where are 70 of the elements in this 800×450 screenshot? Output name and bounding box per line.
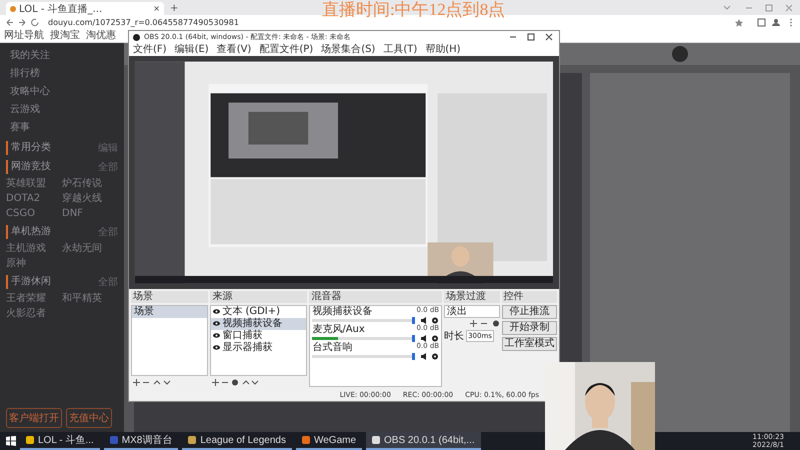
channel-name: 麦克风/Aux [312, 324, 365, 335]
sidebar-item[interactable]: 排行榜 [6, 65, 118, 82]
browser-tab[interactable]: LOL - 斗鱼直播_... × [6, 2, 164, 15]
eye-icon[interactable] [213, 333, 220, 338]
channel-name: 视频捕获设备 [312, 306, 372, 317]
eye-icon[interactable] [213, 309, 220, 314]
speaker-gear-icon[interactable] [421, 335, 440, 342]
category-link[interactable]: 原神 [6, 257, 62, 270]
dock-title: 场景 [131, 291, 208, 303]
speaker-gear-icon[interactable] [421, 317, 440, 324]
close-tab-button[interactable]: × [153, 4, 160, 13]
menu-item[interactable]: 帮助(H) [425, 43, 461, 56]
dock-title: 控件 [502, 291, 558, 303]
source-item[interactable]: 文本 (GDI+) [211, 306, 306, 318]
menu-item[interactable]: 查看(V) [216, 43, 252, 56]
menu-item[interactable]: 工具(T) [383, 43, 418, 56]
section-title: 常用分类 [6, 141, 51, 155]
avatar-icon[interactable] [672, 46, 688, 62]
control-button[interactable]: 停止推流 [502, 305, 558, 319]
source-item[interactable]: 显示器捕获 [211, 342, 306, 354]
bookmark-link[interactable]: 淘优惠 [86, 30, 116, 42]
channel-name: 台式音响 [312, 342, 352, 353]
source-item[interactable]: 窗口捕获 [211, 330, 306, 342]
taskbar-button[interactable]: League of Legends [182, 432, 292, 450]
bookmark-link[interactable]: 网址导航 [4, 30, 44, 42]
taskbar-button[interactable]: OBS 20.0.1 (64bit,... [366, 432, 481, 450]
volume-slider[interactable] [412, 353, 416, 360]
window-controls-icon[interactable] [509, 33, 553, 41]
sidebar-item[interactable]: 云游戏 [6, 101, 118, 118]
taskbar-button[interactable]: WeGame [296, 432, 362, 450]
navigation-icon[interactable] [6, 18, 40, 26]
volume-slider[interactable] [412, 317, 416, 324]
taskbar-button[interactable]: LOL - 斗鱼... [20, 432, 100, 450]
category-link[interactable]: 火影忍者 [6, 307, 62, 320]
scene-item[interactable]: 场景 [132, 306, 208, 318]
sidebar-item[interactable]: 赛事 [6, 119, 118, 136]
obs-logo-icon [133, 34, 140, 40]
toolbar-icon[interactable] [734, 18, 794, 26]
sidebar-button[interactable]: 客户端打开 [6, 408, 62, 428]
sidebar-item[interactable]: 攻略中心 [6, 83, 118, 100]
speaker-gear-icon[interactable] [421, 353, 440, 360]
control-button[interactable]: 开始录制 [502, 321, 558, 335]
site-icon [10, 6, 16, 12]
source-item[interactable]: 视频捕获设备 [211, 318, 306, 330]
section-title: 单机热游 [6, 225, 51, 239]
menu-item[interactable]: 编辑(E) [174, 43, 209, 56]
bookmark-link[interactable]: 搜淘宝 [50, 30, 80, 42]
duration-label: 时长 [444, 330, 464, 343]
sidebar-button[interactable]: 充值中心 [66, 408, 112, 428]
volume-slider[interactable] [412, 335, 416, 342]
dock-title: 来源 [210, 291, 308, 303]
section-title: 网游竞技 [6, 160, 51, 174]
new-tab-button[interactable]: + [170, 2, 178, 15]
eye-icon[interactable] [213, 321, 220, 326]
menu-item[interactable]: 场景集合(S) [321, 43, 376, 56]
transition-tools-icon[interactable] [470, 320, 500, 327]
dock-title: 场景过渡 [444, 291, 500, 303]
list-tools-icon[interactable] [133, 379, 173, 386]
sidebar-item[interactable]: 我的关注 [6, 47, 118, 64]
menu-item[interactable]: 配置文件(P) [259, 43, 314, 56]
start-icon[interactable] [6, 436, 16, 446]
eye-icon[interactable] [213, 345, 220, 350]
transition-dropdown[interactable]: 淡出 [444, 305, 500, 318]
control-button[interactable]: 工作室模式 [502, 337, 558, 351]
taskbar-button[interactable]: MX8调音台 [104, 432, 178, 450]
list-tools-icon[interactable] [212, 379, 260, 386]
section-title: 手游休闲 [6, 275, 51, 289]
menu-item[interactable]: 文件(F) [133, 43, 167, 56]
dock-title: 混音器 [309, 291, 442, 303]
tab-title: LOL - 斗鱼直播_... [19, 2, 104, 16]
